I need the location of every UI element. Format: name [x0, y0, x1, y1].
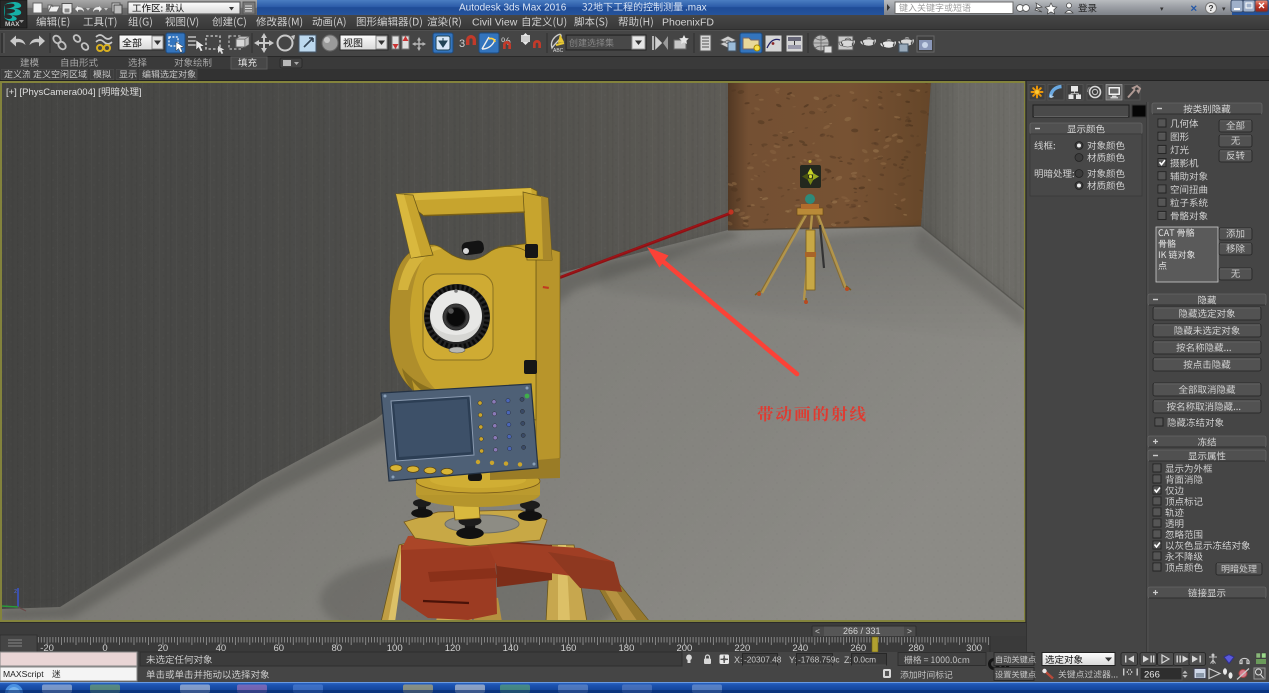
svg-text:.max: .max — [685, 3, 707, 14]
svg-text:▾: ▾ — [1222, 6, 1226, 13]
svg-text:MAX: MAX — [5, 21, 20, 28]
svg-text:Z:: Z: — [844, 655, 852, 665]
svg-text:✕: ✕ — [1190, 4, 1198, 14]
svg-text:X:: X: — [734, 655, 743, 665]
svg-text:<: < — [815, 626, 820, 636]
svg-text:266: 266 — [1144, 670, 1160, 681]
svg-text:MAXScript: MAXScript — [3, 669, 44, 679]
svg-text:3: 3 — [459, 38, 465, 50]
svg-text:?: ? — [1208, 3, 1213, 13]
svg-text:-1768.759c: -1768.759c — [798, 655, 840, 665]
svg-text:0.0cm: 0.0cm — [854, 655, 877, 665]
svg-text:ABC: ABC — [553, 48, 564, 54]
svg-text:Autodesk 3ds Max 2016: Autodesk 3ds Max 2016 — [459, 3, 567, 14]
svg-text:Civil View: Civil View — [472, 17, 518, 29]
svg-text:]: ] — [139, 87, 142, 98]
svg-text:-20307.48: -20307.48 — [744, 655, 782, 665]
svg-text:266 / 331: 266 / 331 — [843, 626, 881, 636]
svg-text:▾: ▾ — [1160, 6, 1164, 13]
svg-text:PhoenixFD: PhoenixFD — [662, 17, 714, 29]
svg-text:[+] [PhysCamera004] [: [+] [PhysCamera004] [ — [6, 87, 101, 98]
svg-text:z: z — [14, 588, 17, 595]
svg-text:Y:: Y: — [789, 655, 797, 665]
svg-text:>: > — [907, 626, 912, 636]
